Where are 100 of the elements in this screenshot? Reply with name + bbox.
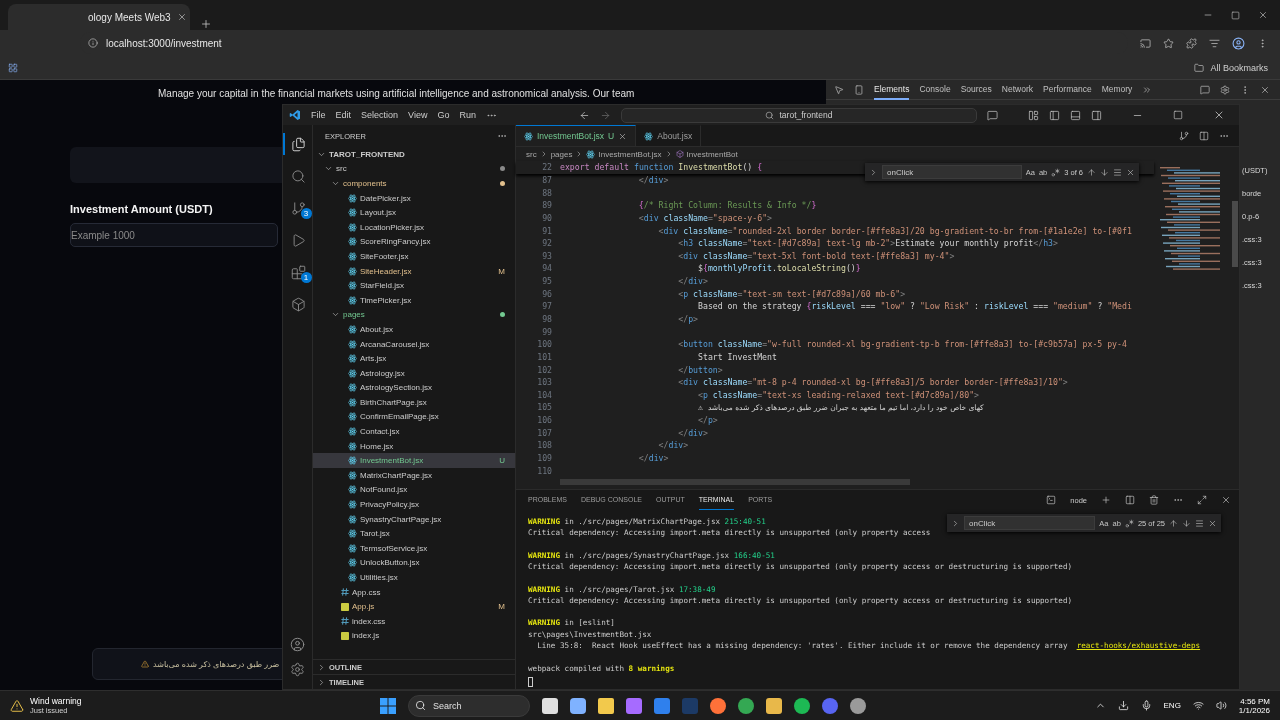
menu-item[interactable]: Selection [361, 110, 399, 120]
devtools-tab[interactable]: Network [1001, 79, 1033, 100]
start-icon[interactable] [380, 697, 396, 714]
tree-item[interactable]: ScoreRingFancy.jsx [313, 234, 515, 250]
tree-item[interactable]: Utilities.jsx [313, 570, 515, 585]
bookmark-star-icon[interactable] [1163, 37, 1174, 49]
chevron-icon[interactable] [869, 167, 878, 177]
close-icon[interactable] [1213, 109, 1225, 121]
wifi-icon[interactable] [1192, 700, 1204, 711]
maximize-icon[interactable] [1173, 110, 1183, 120]
activity-bar-item[interactable]: 3 [282, 197, 313, 219]
devtools-tab[interactable]: Elements [874, 79, 910, 100]
close-icon[interactable] [618, 131, 628, 141]
devtools-tab[interactable]: Console [919, 79, 951, 100]
tree-item[interactable]: Layout.jsx [313, 205, 515, 220]
close-icon[interactable] [1260, 84, 1270, 95]
chevron-icon[interactable] [951, 518, 960, 528]
menu-item[interactable]: Go [437, 110, 450, 120]
app-icon[interactable] [626, 697, 642, 714]
close-icon[interactable] [1221, 495, 1231, 505]
settings-icon[interactable] [1220, 84, 1230, 95]
previous-match-icon[interactable] [1087, 167, 1096, 177]
tree-item[interactable]: InvestmentBot.jsx U [313, 453, 515, 469]
tree-item[interactable]: index.css [313, 614, 515, 629]
message-icon[interactable] [1200, 84, 1210, 95]
back-icon[interactable] [578, 109, 590, 121]
device-icon[interactable] [854, 84, 864, 95]
cast-icon[interactable] [1140, 37, 1151, 49]
tree-item[interactable]: TimePicker.jsx [313, 292, 515, 308]
browser-tab[interactable]: ology Meets Web3 [8, 4, 190, 30]
tree-item[interactable]: Astrology.jsx [313, 365, 515, 381]
menu-item[interactable]: Edit [335, 110, 352, 120]
menu-item[interactable]: View [408, 110, 428, 120]
new-tab-icon[interactable] [200, 18, 212, 30]
close-icon[interactable] [1258, 10, 1268, 20]
tree-item[interactable]: Home.jsx [313, 438, 515, 454]
find-input[interactable]: onClick [964, 516, 1096, 530]
maximize-icon[interactable] [1197, 495, 1207, 505]
next-match-icon[interactable] [1182, 518, 1191, 528]
inspect-icon[interactable] [834, 84, 844, 95]
tree-item[interactable]: TAROT_FRONTEND [313, 147, 515, 162]
scrollbar[interactable] [560, 479, 910, 485]
app-icon[interactable] [850, 697, 866, 714]
tree-item[interactable]: AstrologySection.jsx [313, 380, 515, 396]
puzzle-icon[interactable] [1186, 37, 1197, 49]
tree-item[interactable]: pages [313, 307, 515, 323]
tree-item[interactable]: DatePicker.jsx [313, 190, 515, 206]
bookmarks-link[interactable]: All Bookmarks [1210, 62, 1268, 73]
tree-item[interactable]: components [313, 176, 515, 191]
tree-item[interactable]: PrivacyPolicy.jsx [313, 497, 515, 512]
tree-item[interactable]: LocationPicker.jsx [313, 219, 515, 235]
tree-item[interactable]: Tarot.jsx [313, 526, 515, 542]
regex-icon[interactable] [1051, 167, 1061, 177]
tree-item[interactable]: SynastryChartPage.jsx [313, 511, 515, 527]
tree-item[interactable]: SiteHeader.jsx M [313, 263, 515, 279]
editor-tab[interactable]: InvestmentBot.jsx U [516, 125, 637, 146]
apps-grid-icon[interactable] [8, 62, 18, 73]
language-indicator[interactable]: ENG [1163, 701, 1181, 710]
split-icon[interactable] [1125, 495, 1135, 505]
lines-icon[interactable] [1113, 167, 1122, 177]
tree-item[interactable]: SiteFooter.jsx [313, 249, 515, 264]
find-input[interactable]: onClick [882, 165, 1022, 179]
close-icon[interactable] [1208, 518, 1217, 528]
devtools-tab[interactable]: Sources [960, 79, 992, 100]
command-center[interactable]: tarot_frontend [620, 107, 977, 123]
previous-match-icon[interactable] [1169, 518, 1178, 528]
tree-item[interactable]: TermsofService.jsx [313, 541, 515, 556]
tree-item[interactable]: About.jsx [313, 322, 515, 337]
next-match-icon[interactable] [1100, 167, 1109, 177]
layout-icon[interactable] [1028, 109, 1039, 121]
devtools-tab[interactable]: Performance [1043, 79, 1092, 100]
menu-item[interactable]: File [311, 110, 326, 120]
tree-item[interactable]: index.js [313, 628, 515, 644]
sidebar-toggle-icon[interactable] [1049, 109, 1060, 121]
trash-icon[interactable] [1149, 495, 1159, 505]
breadcrumb-item[interactable]: src [526, 149, 537, 159]
devtools-tab[interactable]: Memory [1101, 79, 1133, 100]
breadcrumb-item[interactable]: InvestmentBot [686, 149, 738, 159]
activity-bar-item[interactable]: 1 [282, 261, 313, 283]
breadcrumb-item[interactable]: pages [550, 149, 573, 159]
microphone-icon[interactable] [1140, 700, 1152, 711]
tree-item[interactable]: App.css [313, 584, 515, 600]
tree-item[interactable]: UnlockButton.jsx [313, 555, 515, 571]
clock[interactable]: 4:56 PM 1/1/2026 [1238, 696, 1270, 715]
tree-item[interactable]: StarField.jsx [313, 278, 515, 293]
chat-icon[interactable] [986, 109, 998, 121]
tree-item[interactable]: src [313, 161, 515, 177]
close-icon[interactable] [1126, 167, 1135, 177]
secondary-sidebar-icon[interactable] [1091, 109, 1102, 121]
tree-item[interactable]: MatrixChartPage.jsx [313, 468, 515, 483]
maximize-icon[interactable] [1231, 10, 1240, 20]
tree-item[interactable]: ConfirmEmailPage.jsx [313, 409, 515, 425]
amount-input[interactable]: Example 1000 [70, 223, 278, 247]
menu-item[interactable]: Run [459, 110, 476, 120]
taskbar-search[interactable]: Search [408, 694, 530, 717]
lines-icon[interactable] [1195, 518, 1204, 528]
add-icon[interactable] [1101, 495, 1111, 505]
tree-item[interactable]: BirthChartPage.jsx [313, 395, 515, 410]
breadcrumb-item[interactable]: InvestmentBot.jsx [598, 149, 662, 159]
tree-item[interactable]: Contact.jsx [313, 424, 515, 439]
